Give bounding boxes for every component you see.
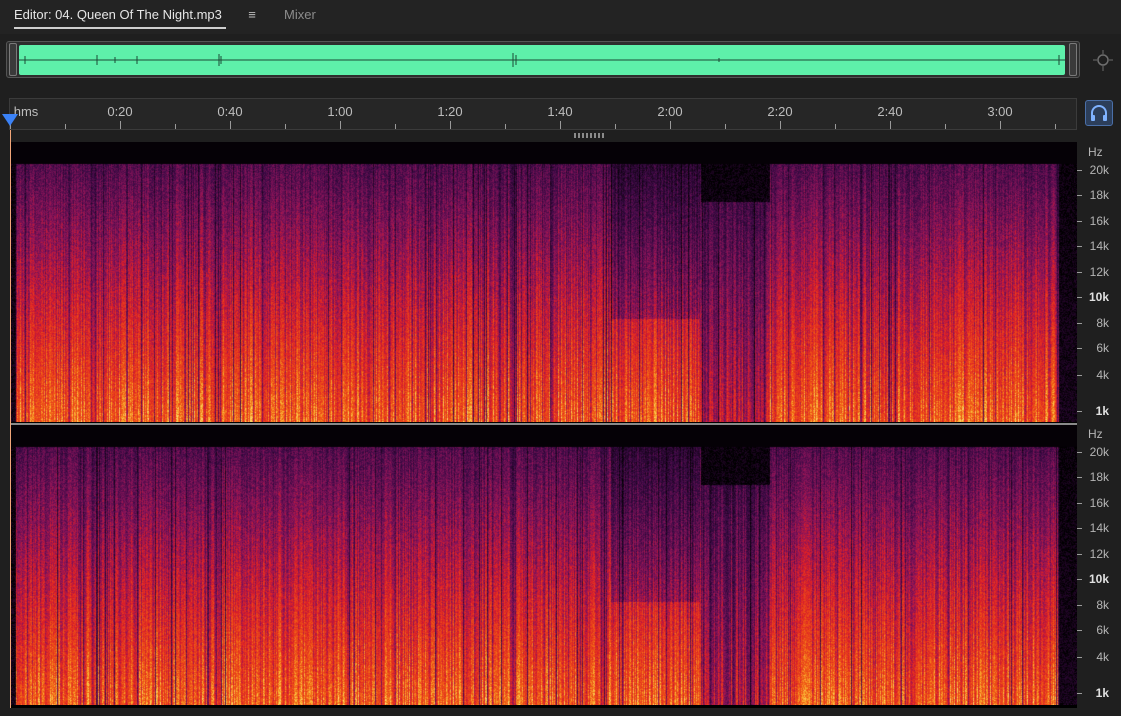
frequency-label: 18k bbox=[1089, 188, 1109, 202]
frequency-label: 20k bbox=[1089, 445, 1109, 459]
frequency-label: 8k bbox=[1096, 598, 1109, 612]
frequency-label: 14k bbox=[1089, 239, 1109, 253]
frequency-tick bbox=[1077, 477, 1082, 478]
ruler-tick bbox=[340, 121, 341, 129]
frequency-tick bbox=[1077, 579, 1082, 580]
frequency-label: 1k bbox=[1095, 686, 1109, 700]
ruler-time-label: 0:40 bbox=[217, 104, 243, 119]
frequency-label: 4k bbox=[1096, 368, 1109, 382]
frequency-tick bbox=[1077, 503, 1082, 504]
ruler-tick bbox=[615, 124, 616, 129]
frequency-tick bbox=[1077, 528, 1082, 529]
frequency-label: 10k bbox=[1088, 572, 1109, 586]
ruler-tick bbox=[725, 124, 726, 129]
frequency-tick bbox=[1077, 411, 1082, 412]
ruler-tick bbox=[450, 121, 451, 129]
ruler-tick bbox=[1000, 121, 1001, 129]
ruler-time-label: 3:00 bbox=[987, 104, 1013, 119]
ruler-time-label: 0:20 bbox=[107, 104, 133, 119]
frequency-tick bbox=[1077, 170, 1082, 171]
frequency-label: 20k bbox=[1089, 163, 1109, 177]
frequency-tick bbox=[1077, 605, 1082, 606]
frequency-tick bbox=[1077, 221, 1082, 222]
ruler-tick bbox=[560, 121, 561, 129]
ruler-tick bbox=[1055, 124, 1056, 129]
ruler-tick bbox=[945, 124, 946, 129]
channel-divider bbox=[10, 423, 1077, 425]
ruler-time-label: 2:00 bbox=[657, 104, 683, 119]
overview-right-handle[interactable] bbox=[1069, 43, 1077, 76]
frequency-unit: Hz bbox=[1088, 427, 1103, 441]
ruler-tick bbox=[670, 121, 671, 129]
tab-editor[interactable]: Editor: 04. Queen Of The Night.mp3 bbox=[14, 7, 226, 29]
frequency-tick bbox=[1077, 693, 1082, 694]
ruler-tick bbox=[780, 121, 781, 129]
frequency-unit: Hz bbox=[1088, 145, 1103, 159]
frequency-label: 10k bbox=[1088, 290, 1109, 304]
ruler-time-label: 2:20 bbox=[767, 104, 793, 119]
frequency-tick bbox=[1077, 657, 1082, 658]
spectrogram-channel-left[interactable] bbox=[10, 142, 1077, 422]
frequency-label: 1k bbox=[1095, 404, 1109, 418]
overview-visible-range[interactable] bbox=[19, 45, 1065, 75]
frequency-label: 14k bbox=[1089, 521, 1109, 535]
ruler-time-label: 2:40 bbox=[877, 104, 903, 119]
frequency-tick bbox=[1077, 630, 1082, 631]
frequency-tick bbox=[1077, 452, 1082, 453]
frequency-tick bbox=[1077, 554, 1082, 555]
ruler-time-label: 1:40 bbox=[547, 104, 573, 119]
ruler-tick bbox=[835, 124, 836, 129]
ruler-time-label: 1:00 bbox=[327, 104, 353, 119]
ruler-tick bbox=[175, 124, 176, 129]
frequency-label: 4k bbox=[1096, 650, 1109, 664]
panel-tab-bar: Editor: 04. Queen Of The Night.mp3 ≡ Mix… bbox=[0, 0, 1121, 34]
overview-waveform-trace bbox=[19, 53, 1065, 67]
frequency-label: 16k bbox=[1089, 214, 1109, 228]
tab-mixer[interactable]: Mixer bbox=[284, 7, 316, 22]
panel-resize-grip[interactable] bbox=[574, 133, 604, 138]
frequency-tick bbox=[1077, 246, 1082, 247]
ruler-tick bbox=[65, 124, 66, 129]
spectral-frequency-display[interactable] bbox=[10, 142, 1077, 708]
ruler-time-label: 1:20 bbox=[437, 104, 463, 119]
overview-waveform[interactable] bbox=[6, 41, 1080, 78]
playhead-marker[interactable] bbox=[2, 114, 18, 126]
frequency-tick bbox=[1077, 323, 1082, 324]
ruler-tick bbox=[505, 124, 506, 129]
frequency-tick bbox=[1077, 348, 1082, 349]
frequency-scale-right: Hz 20k 18k 16k 14k 12k 10k 8k 6k 4k 1k bbox=[1077, 424, 1121, 706]
ruler-tick bbox=[890, 121, 891, 129]
ruler-tick bbox=[285, 124, 286, 129]
frequency-label: 6k bbox=[1096, 623, 1109, 637]
frequency-label: 6k bbox=[1096, 341, 1109, 355]
frequency-tick bbox=[1077, 375, 1082, 376]
frequency-label: 16k bbox=[1089, 496, 1109, 510]
frequency-label: 8k bbox=[1096, 316, 1109, 330]
playhead-line bbox=[10, 130, 11, 708]
menu-icon[interactable]: ≡ bbox=[245, 7, 259, 23]
ruler-tick bbox=[230, 121, 231, 129]
frequency-tick bbox=[1077, 272, 1082, 273]
overview-left-handle[interactable] bbox=[9, 43, 17, 76]
frequency-tick bbox=[1077, 297, 1082, 298]
frequency-label: 12k bbox=[1089, 547, 1109, 561]
spectrogram-channel-right[interactable] bbox=[10, 425, 1077, 705]
frequency-label: 18k bbox=[1089, 470, 1109, 484]
ruler-tick bbox=[120, 121, 121, 129]
time-ruler[interactable]: hms 0:20 0:40 1:00 1:20 1:40 2:00 2:20 2:40 3:00 bbox=[9, 98, 1077, 130]
zoom-navigator-icon[interactable] bbox=[1090, 48, 1116, 74]
ruler-tick bbox=[395, 124, 396, 129]
frequency-label: 12k bbox=[1089, 265, 1109, 279]
headphones-icon[interactable] bbox=[1085, 100, 1113, 126]
frequency-tick bbox=[1077, 195, 1082, 196]
frequency-scale-left: Hz 20k 18k 16k 14k 12k 10k 8k 6k 4k 1k bbox=[1077, 142, 1121, 424]
